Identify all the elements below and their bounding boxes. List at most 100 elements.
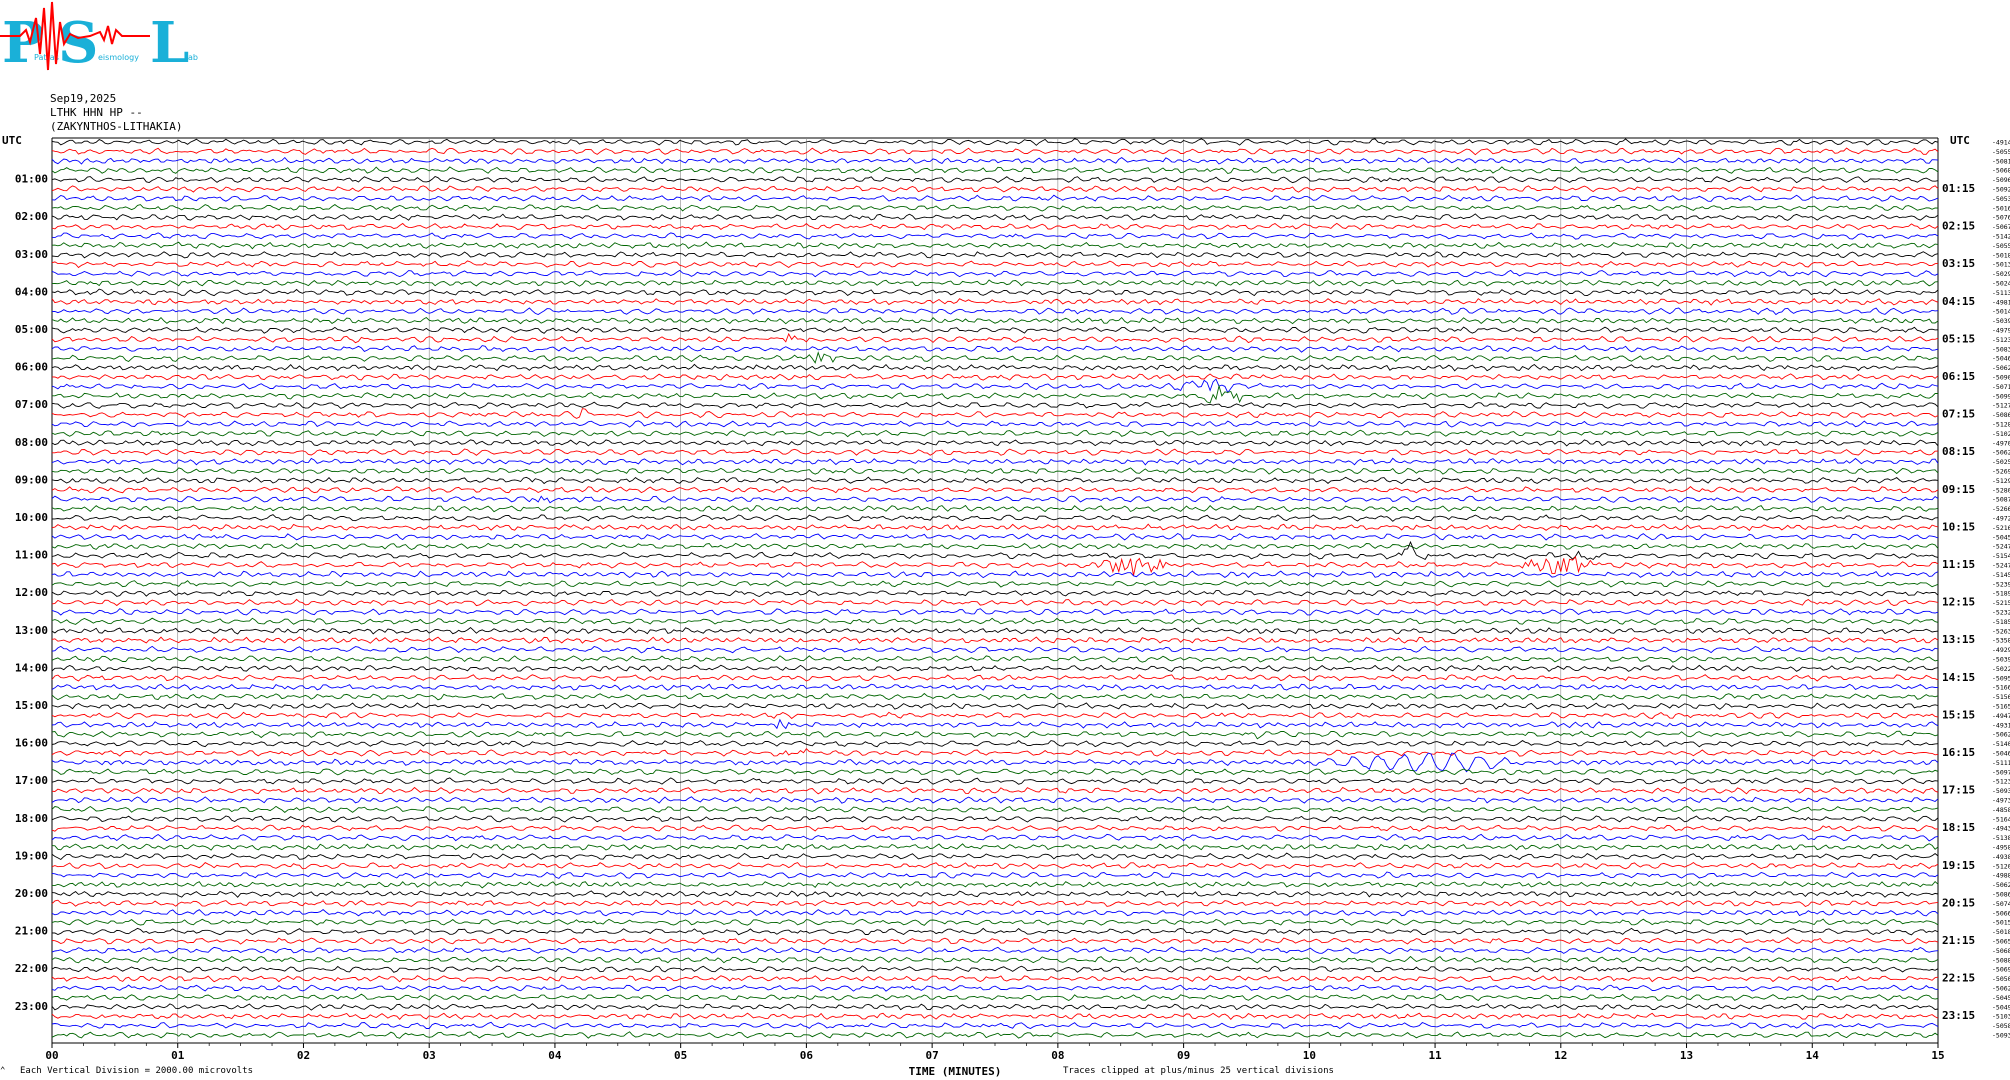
trace-offset-label: -5018 — [1992, 251, 2010, 259]
seismic-trace — [51, 871, 1939, 879]
right-hour-label: 14:15 — [1942, 671, 1975, 684]
trace-offset-label: -5039 — [1992, 317, 2010, 325]
trace-offset-label: -5013 — [1992, 261, 2010, 269]
trace-offset-label: -5055 — [1992, 242, 2010, 250]
right-hour-label: 08:15 — [1942, 445, 1975, 458]
right-hour-label: 18:15 — [1942, 821, 1975, 834]
right-hour-label: 20:15 — [1942, 896, 1975, 909]
trace-offset-label: -5140 — [1992, 740, 2010, 748]
trace-offset-label: -5099 — [1992, 392, 2010, 400]
left-hour-label: 02:00 — [15, 210, 48, 223]
seismic-trace — [51, 636, 1939, 644]
seismic-trace — [51, 378, 1939, 394]
trace-offset-label: -5050 — [1992, 975, 2010, 983]
trace-offset-label: -5269 — [1992, 468, 2010, 476]
left-hour-label: 14:00 — [15, 661, 48, 674]
trace-offset-label: -5016 — [1992, 204, 2010, 212]
trace-offset-label: -5074 — [1992, 900, 2010, 908]
x-tick-label: 06 — [800, 1049, 814, 1062]
trace-offset-label: -5093 — [1992, 1032, 2010, 1040]
seismic-trace — [51, 1003, 1939, 1011]
seismic-trace — [51, 555, 1939, 576]
trace-offset-label: -5067 — [1992, 223, 2010, 231]
seismic-trace — [51, 748, 1939, 757]
trace-offset-label: -5165 — [1992, 703, 2010, 711]
seismic-trace — [51, 777, 1939, 785]
trace-offset-label: -5062 — [1992, 881, 2010, 889]
left-hour-label: 07:00 — [15, 398, 48, 411]
seismic-trace — [51, 260, 1939, 269]
trace-offset-label: -5215 — [1992, 599, 2010, 607]
right-hour-label: 01:15 — [1942, 182, 1975, 195]
trace-offset-label: -5097 — [1992, 768, 2010, 776]
x-tick-label: 09 — [1177, 1049, 1190, 1062]
seismic-trace — [51, 890, 1939, 898]
seismic-trace — [51, 251, 1939, 259]
trace-offset-label: -5024 — [1992, 280, 2010, 288]
trace-offset-label: -4972 — [1992, 515, 2010, 523]
trace-offset-label: -5015 — [1992, 919, 2010, 927]
right-hour-label: 17:15 — [1942, 784, 1975, 797]
seismic-trace — [51, 598, 1939, 607]
seismic-trace — [51, 420, 1939, 428]
trace-offset-label: -5086 — [1992, 891, 2010, 899]
right-axis-label: UTC — [1950, 134, 1970, 147]
x-tick-label: 11 — [1428, 1049, 1442, 1062]
right-hour-label: 12:15 — [1942, 596, 1975, 609]
x-tick-label: 03 — [423, 1049, 436, 1062]
trace-offset-label: -4929 — [1992, 646, 2010, 654]
trace-offset-label: -5095 — [1992, 674, 2010, 682]
x-tick-label: 04 — [548, 1049, 562, 1062]
seismic-trace — [51, 880, 1939, 889]
left-hour-label: 08:00 — [15, 436, 48, 449]
seismic-trace — [51, 316, 1939, 325]
x-tick-label: 00 — [45, 1049, 58, 1062]
x-axis-title: TIME (MINUTES) — [909, 1065, 1002, 1078]
trace-offset-label: -5138 — [1992, 834, 2010, 842]
seismic-trace — [51, 852, 1939, 861]
trace-offset-label: -4858 — [1992, 806, 2010, 814]
seismic-trace — [51, 269, 1939, 278]
seismic-trace — [51, 975, 1939, 983]
x-tick-label: 08 — [1051, 1049, 1064, 1062]
seismic-trace — [51, 504, 1939, 513]
trace-offset-label: -5145 — [1992, 571, 2010, 579]
trace-offset-label: -5166 — [1992, 684, 2010, 692]
trace-offset-label: -4981 — [1992, 298, 2010, 306]
trace-offset-label: -5083 — [1992, 345, 2010, 353]
trace-offset-label: -5062 — [1992, 731, 2010, 739]
left-hour-label: 04:00 — [15, 285, 48, 298]
trace-offset-label: -5046 — [1992, 355, 2010, 363]
seismic-trace — [51, 815, 1939, 823]
left-hour-label: 22:00 — [15, 962, 48, 975]
trace-offset-label: -4947 — [1992, 712, 2010, 720]
left-hour-label: 16:00 — [15, 737, 48, 750]
x-tick-label: 05 — [674, 1049, 687, 1062]
trace-offset-label: -5090 — [1992, 374, 2010, 382]
seismic-trace — [51, 861, 1939, 870]
trace-offset-label: -5062 — [1992, 364, 2010, 372]
left-hour-label: 09:00 — [15, 473, 48, 486]
trace-offset-label: -5022 — [1992, 665, 2010, 673]
trace-offset-label: -5039 — [1992, 656, 2010, 664]
seismic-trace — [51, 692, 1939, 701]
right-hour-label: 10:15 — [1942, 520, 1975, 533]
seismic-trace — [51, 213, 1939, 222]
trace-offset-label: -5232 — [1992, 609, 2010, 617]
trace-offset-label: -5216 — [1992, 524, 2010, 532]
seismic-trace — [51, 147, 1939, 156]
left-hour-label: 13:00 — [15, 624, 48, 637]
seismic-trace — [51, 194, 1939, 202]
seismic-trace — [51, 457, 1939, 466]
trace-offset-label: -5066 — [1992, 909, 2010, 917]
helicorder-plot: 00 01 02 03 04 05 06 07 08 09 10 11 12 13 14 15-4914-50… — [2, 134, 2010, 1078]
x-tick-label: 02 — [297, 1049, 310, 1062]
trace-offset-label: -5103 — [1992, 1013, 2010, 1021]
trace-offset-label: -5239 — [1992, 580, 2010, 588]
seismic-trace — [51, 655, 1939, 663]
trace-offset-label: -5045 — [1992, 533, 2010, 541]
x-tick-label: 12 — [1554, 1049, 1567, 1062]
trace-offset-label: -5076 — [1992, 214, 2010, 222]
seismic-trace — [51, 899, 1939, 908]
trace-offset-label: -5102 — [1992, 430, 2010, 438]
